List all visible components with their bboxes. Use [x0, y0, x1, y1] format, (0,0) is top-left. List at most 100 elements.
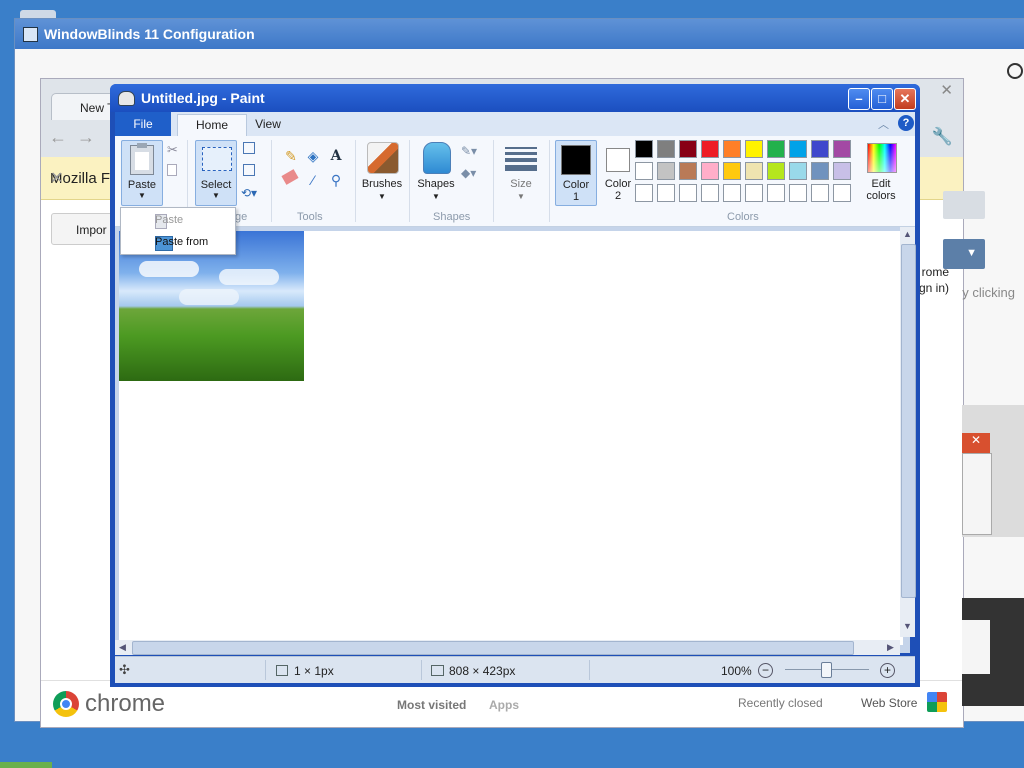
web-store-icon[interactable]	[927, 692, 947, 712]
tab-file[interactable]: File	[115, 112, 171, 136]
menu-item-paste-from[interactable]: Paste from	[121, 232, 233, 252]
vertical-scrollbar[interactable]: ▲ ▼	[900, 227, 916, 637]
color-swatch[interactable]	[811, 140, 829, 158]
color-swatch[interactable]	[657, 140, 675, 158]
help-icon[interactable]: ?	[898, 115, 914, 131]
paste-button[interactable]: Paste ▼	[121, 140, 163, 206]
menu-item-paste[interactable]: Paste	[121, 210, 233, 230]
color-swatch[interactable]	[767, 184, 785, 202]
start-button[interactable]	[0, 762, 52, 768]
zoom-in-icon[interactable]: +	[880, 663, 895, 678]
color-swatch[interactable]	[789, 140, 807, 158]
color-swatch[interactable]	[745, 162, 763, 180]
copy-icon[interactable]	[167, 164, 177, 176]
apps-tab[interactable]: Apps	[489, 698, 519, 712]
tab-home[interactable]: Home	[177, 114, 247, 137]
color-swatch[interactable]	[745, 140, 763, 158]
signin-link[interactable]: gn in)	[919, 281, 949, 295]
color-swatch[interactable]	[679, 162, 697, 180]
color-swatch[interactable]	[833, 184, 851, 202]
color2-number: 2	[614, 190, 622, 202]
forward-arrow-icon[interactable]: →	[77, 127, 95, 148]
move-cursor-icon: ✣	[119, 662, 130, 677]
eraser-icon[interactable]	[281, 169, 299, 185]
scroll-up-icon[interactable]: ▲	[900, 227, 915, 242]
shapes-icon[interactable]	[423, 142, 451, 174]
windowblinds-titlebar[interactable]: WindowBlinds 11 Configuration	[15, 19, 1024, 49]
scroll-down-icon[interactable]: ▼	[900, 619, 915, 634]
search-icon[interactable]	[1007, 63, 1023, 79]
paint-titlebar[interactable]: Untitled.jpg - Paint – □ ✕	[110, 84, 920, 112]
maximize-button[interactable]: □	[871, 88, 893, 110]
color-swatch[interactable]	[701, 140, 719, 158]
zoom-slider-thumb[interactable]	[821, 662, 832, 678]
rotate-icon[interactable]: ⟲▾	[241, 186, 257, 200]
scroll-left-icon[interactable]: ◀	[115, 640, 130, 655]
ribbon-tabs: File Home View ︿ ?	[115, 112, 915, 137]
cut-icon[interactable]: ✂	[167, 142, 178, 158]
close-button[interactable]: ✕	[894, 88, 916, 110]
text-icon[interactable]: A	[328, 148, 344, 164]
size-label[interactable]: Size	[501, 178, 541, 190]
crop-icon[interactable]	[243, 142, 255, 154]
recently-closed-menu[interactable]: Recently closed	[738, 696, 823, 710]
color-swatch[interactable]	[723, 184, 741, 202]
color-swatch[interactable]	[811, 162, 829, 180]
wrench-icon[interactable]: 🔧	[932, 127, 953, 147]
zoom-out-icon[interactable]: −	[758, 663, 773, 678]
horizontal-scrollbar[interactable]: ◀ ▶	[115, 640, 900, 655]
chevron-down-icon: ▼	[432, 192, 440, 201]
fill-icon[interactable]: ◆▾	[461, 166, 476, 180]
tab-view[interactable]: View	[243, 112, 293, 136]
divider	[355, 140, 356, 222]
scroll-right-icon[interactable]: ▶	[883, 640, 898, 655]
color-swatch[interactable]	[789, 162, 807, 180]
back-arrow-icon[interactable]: ←	[49, 127, 67, 148]
color-swatch[interactable]	[833, 140, 851, 158]
resize-icon[interactable]	[243, 164, 255, 176]
color-swatch[interactable]	[679, 140, 697, 158]
edit-colors-button[interactable]: Edit colors	[859, 140, 903, 204]
line-size-icon[interactable]	[505, 144, 537, 172]
color-swatch[interactable]	[745, 184, 763, 202]
color-swatch[interactable]	[767, 162, 785, 180]
magnifier-icon[interactable]: ⚲	[328, 172, 344, 188]
color-swatch[interactable]	[635, 162, 653, 180]
grey-button[interactable]	[943, 191, 985, 219]
close-icon[interactable]: ✕	[962, 433, 990, 453]
color2-button[interactable]: Color 2	[599, 140, 637, 204]
color1-button[interactable]: Color 1	[555, 140, 597, 206]
dropdown-button[interactable]: ▼	[943, 239, 985, 269]
select-button[interactable]: Select ▼	[195, 140, 237, 206]
close-icon[interactable]: ✕	[940, 81, 953, 99]
pencil-icon[interactable]: ✎	[283, 148, 299, 164]
brushes-icon[interactable]	[367, 142, 399, 174]
color-swatch[interactable]	[701, 184, 719, 202]
chevron-up-icon[interactable]: ︿	[878, 116, 889, 132]
hint-text: y clicking	[962, 285, 1015, 300]
color-swatch[interactable]	[657, 184, 675, 202]
color-swatch[interactable]	[811, 184, 829, 202]
color-swatch[interactable]	[833, 162, 851, 180]
most-visited-tab[interactable]: Most visited	[397, 698, 466, 712]
shapes-label[interactable]: Shapes	[413, 178, 459, 190]
color-swatch[interactable]	[767, 140, 785, 158]
color-swatch[interactable]	[635, 184, 653, 202]
fill-bucket-icon[interactable]: ◈	[305, 148, 321, 164]
color-swatch[interactable]	[657, 162, 675, 180]
color-swatch[interactable]	[789, 184, 807, 202]
color-swatch[interactable]	[635, 140, 653, 158]
brushes-label[interactable]: Brushes	[359, 178, 405, 190]
paint-app-icon[interactable]	[118, 91, 135, 106]
scroll-thumb[interactable]	[132, 641, 854, 655]
color-swatch[interactable]	[723, 140, 741, 158]
outline-icon[interactable]: ✎▾	[461, 144, 477, 158]
minimize-button[interactable]: –	[848, 88, 870, 110]
color-swatch[interactable]	[701, 162, 719, 180]
color-swatch[interactable]	[723, 162, 741, 180]
color-picker-icon[interactable]: ⁄	[305, 172, 321, 188]
web-store-link[interactable]: Web Store	[861, 696, 917, 710]
scroll-thumb[interactable]	[901, 244, 916, 598]
color-swatch[interactable]	[679, 184, 697, 202]
paint-canvas[interactable]	[119, 231, 903, 645]
